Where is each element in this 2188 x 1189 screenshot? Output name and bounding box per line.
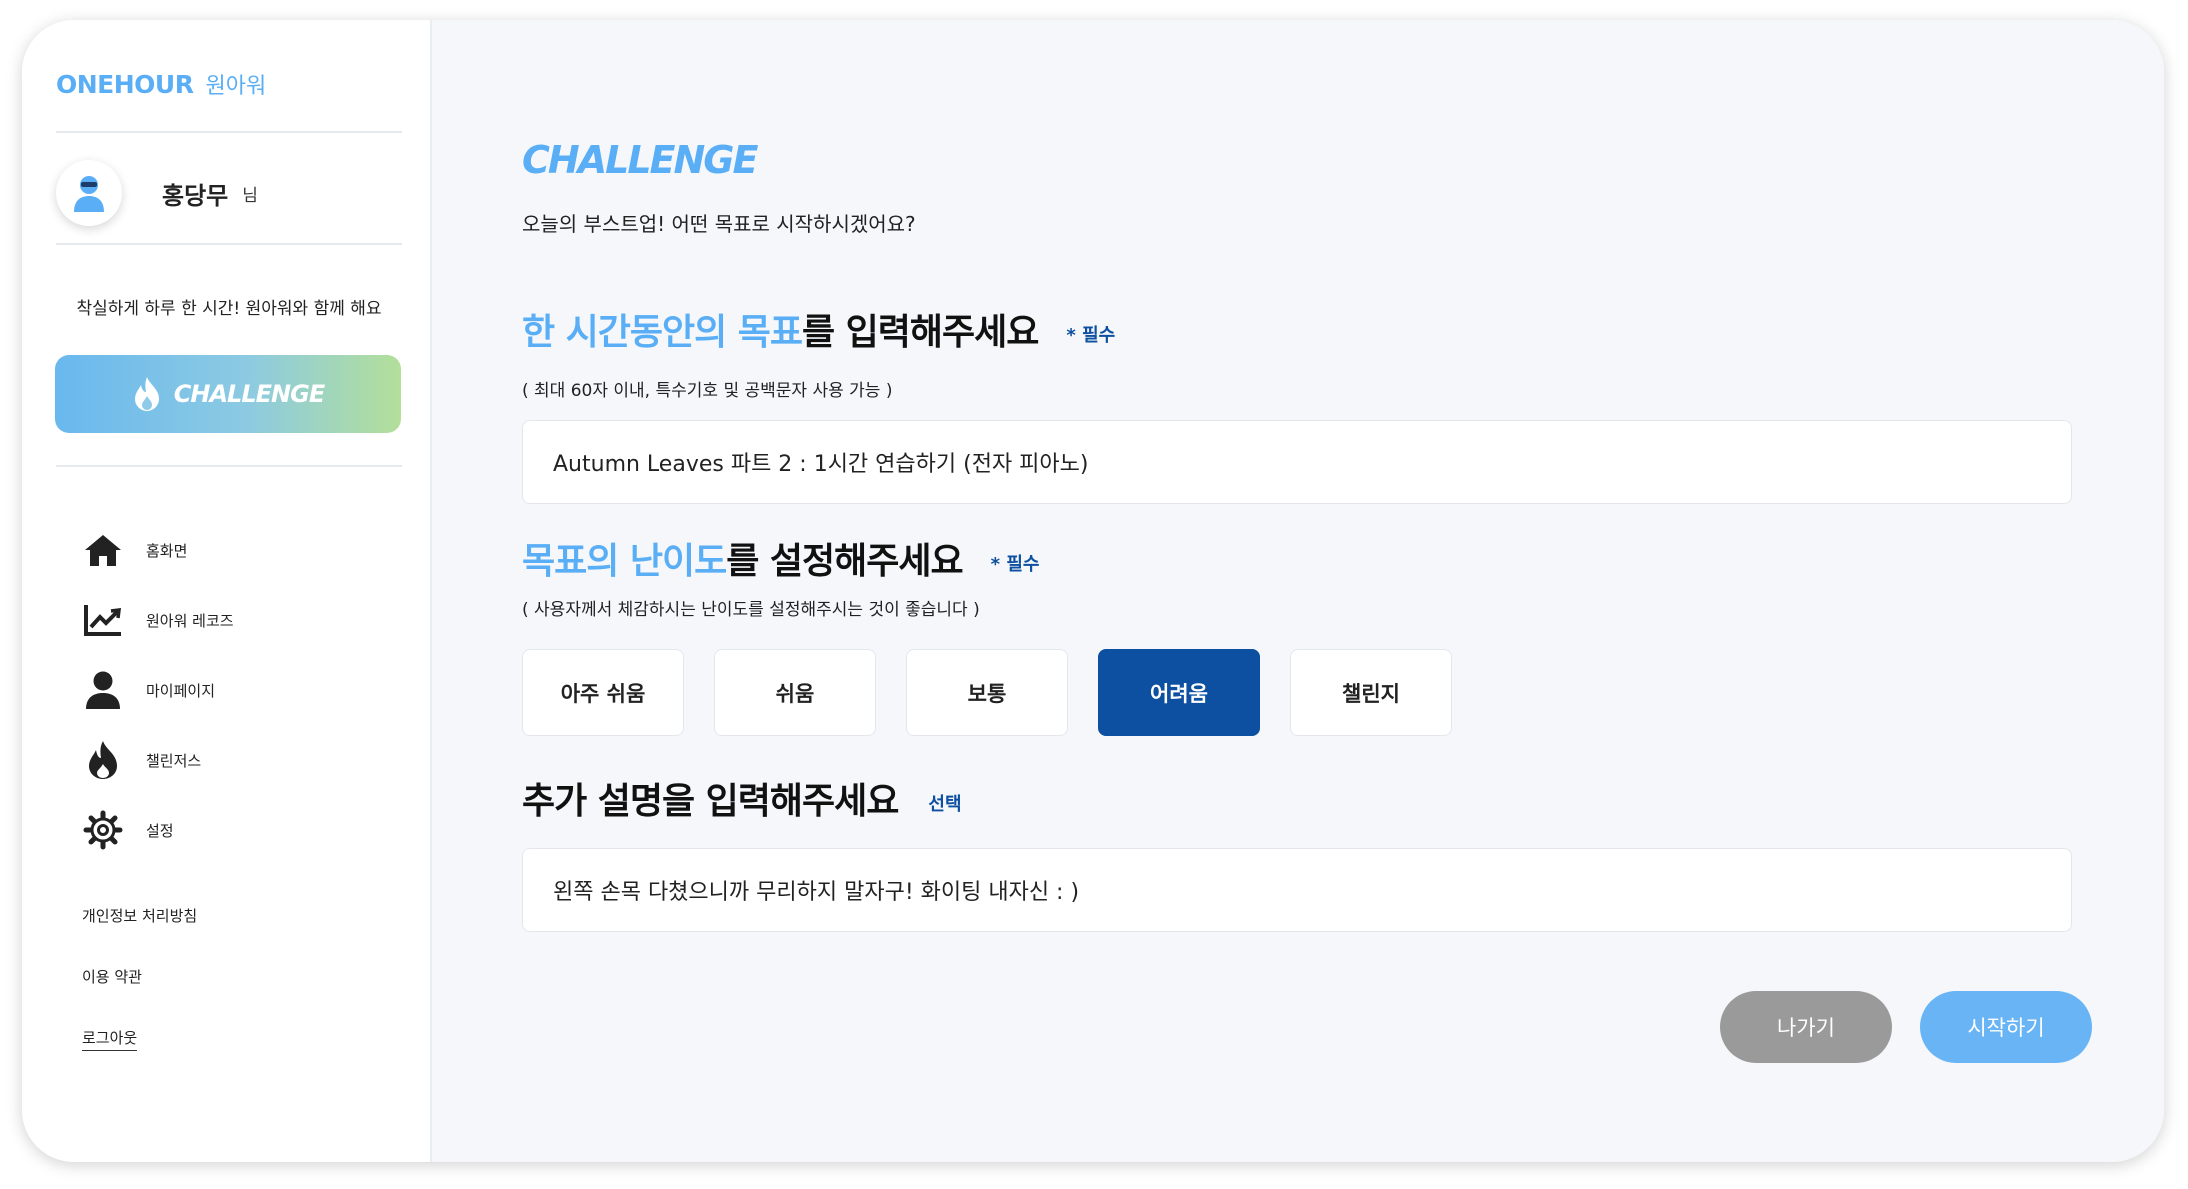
description-section-title: 추가 설명을 입력해주세요 선택 bbox=[522, 772, 962, 824]
difficulty-easy[interactable]: 쉬움 bbox=[714, 649, 876, 736]
start-button[interactable]: 시작하기 bbox=[1920, 991, 2092, 1063]
required-badge: * 필수 bbox=[1066, 325, 1116, 346]
home-icon bbox=[82, 529, 124, 571]
divider bbox=[56, 243, 402, 245]
goal-input[interactable] bbox=[522, 420, 2072, 504]
sidebar-item-label: 챌린저스 bbox=[146, 751, 202, 770]
sidebar-item-label: 홈화면 bbox=[146, 541, 188, 560]
slogan: 착실하게 하루 한 시간! 원아워와 함께 해요 bbox=[76, 299, 382, 319]
footer-links: 개인정보 처리방침 이용 약관 로그아웃 bbox=[82, 905, 197, 1088]
logo-text-en: ONEHOUR bbox=[56, 70, 194, 99]
user-icon bbox=[82, 669, 124, 711]
user-name-suffix: 님 bbox=[242, 185, 258, 206]
description-title: 추가 설명을 입력해주세요 bbox=[522, 781, 899, 822]
difficulty-challenge[interactable]: 챌린지 bbox=[1290, 649, 1452, 736]
user-avatar-icon bbox=[56, 160, 122, 226]
exit-button[interactable]: 나가기 bbox=[1720, 991, 1892, 1063]
challenge-header-logo: CHALLENGE bbox=[522, 138, 758, 182]
user-name: 홍당무 bbox=[162, 181, 229, 210]
difficulty-very-easy[interactable]: 아주 쉬움 bbox=[522, 649, 684, 736]
required-badge: * 필수 bbox=[990, 554, 1040, 575]
fire-icon bbox=[134, 377, 159, 411]
difficulty-hard[interactable]: 어려움 bbox=[1098, 649, 1260, 736]
app-window: ONEHOUR 원아워 홍당무 님 착실하게 하루 한 시간! 원아워와 함께 … bbox=[22, 20, 2164, 1162]
difficulty-section-title: 목표의 난이도를 설정해주세요 * 필수 bbox=[522, 532, 1039, 584]
difficulty-title-highlight: 목표의 난이도 bbox=[522, 541, 727, 582]
logo[interactable]: ONEHOUR 원아워 bbox=[56, 68, 266, 100]
difficulty-title-rest: 를 설정해주세요 bbox=[726, 541, 963, 582]
goal-section-title: 한 시간동안의 목표를 입력해주세요 * 필수 bbox=[522, 303, 1115, 355]
sidebar-item-mypage[interactable]: 마이페이지 bbox=[82, 655, 234, 725]
goal-hint: ( 최대 60자 이내, 특수기호 및 공백문자 사용 가능 ) bbox=[522, 381, 893, 401]
chart-icon bbox=[82, 599, 124, 641]
gear-icon bbox=[82, 809, 124, 851]
page-subtitle: 오늘의 부스트업! 어떤 목표로 시작하시겠어요? bbox=[522, 212, 916, 236]
optional-badge: 선택 bbox=[928, 794, 962, 815]
fire-icon bbox=[82, 739, 124, 781]
sidebar-item-records[interactable]: 원아워 레코즈 bbox=[82, 585, 234, 655]
challenge-header-logo-text: CHALLENGE bbox=[522, 138, 758, 182]
sidebar-item-label: 마이페이지 bbox=[146, 681, 216, 700]
privacy-policy-link[interactable]: 개인정보 처리방침 bbox=[82, 905, 197, 966]
logout-link-label: 로그아웃 bbox=[82, 1029, 138, 1051]
difficulty-options: 아주 쉬움 쉬움 보통 어려움 챌린지 bbox=[522, 649, 1452, 736]
terms-link[interactable]: 이용 약관 bbox=[82, 966, 197, 1027]
sidebar-item-settings[interactable]: 설정 bbox=[82, 795, 234, 865]
description-input[interactable] bbox=[522, 848, 2072, 932]
goal-title-highlight: 한 시간동안의 목표 bbox=[522, 312, 803, 353]
sidebar-item-home[interactable]: 홈화면 bbox=[82, 515, 234, 585]
goal-title-rest: 를 입력해주세요 bbox=[802, 312, 1039, 353]
divider bbox=[56, 465, 402, 467]
challenge-button[interactable]: CHALLENGE bbox=[55, 355, 401, 433]
difficulty-hint: ( 사용자께서 체감하시는 난이도를 설정해주시는 것이 좋습니다 ) bbox=[522, 600, 980, 620]
sidebar-item-challengers[interactable]: 챌린저스 bbox=[82, 725, 234, 795]
sidebar-item-label: 설정 bbox=[146, 821, 174, 840]
user-profile[interactable]: 홍당무 님 bbox=[56, 160, 258, 226]
sidebar-nav: 홈화면 원아워 레코즈 마이페이지 챌린저스 설정 bbox=[82, 515, 234, 865]
sidebar-item-label: 원아워 레코즈 bbox=[146, 611, 234, 630]
difficulty-normal[interactable]: 보통 bbox=[906, 649, 1068, 736]
main-content: CHALLENGE 오늘의 부스트업! 어떤 목표로 시작하시겠어요? 한 시간… bbox=[432, 20, 2164, 1162]
challenge-button-label: CHALLENGE bbox=[173, 380, 325, 408]
logout-link[interactable]: 로그아웃 bbox=[82, 1027, 197, 1088]
logo-text-ko: 원아워 bbox=[205, 74, 267, 99]
divider bbox=[56, 131, 402, 133]
sidebar: ONEHOUR 원아워 홍당무 님 착실하게 하루 한 시간! 원아워와 함께 … bbox=[22, 20, 432, 1162]
